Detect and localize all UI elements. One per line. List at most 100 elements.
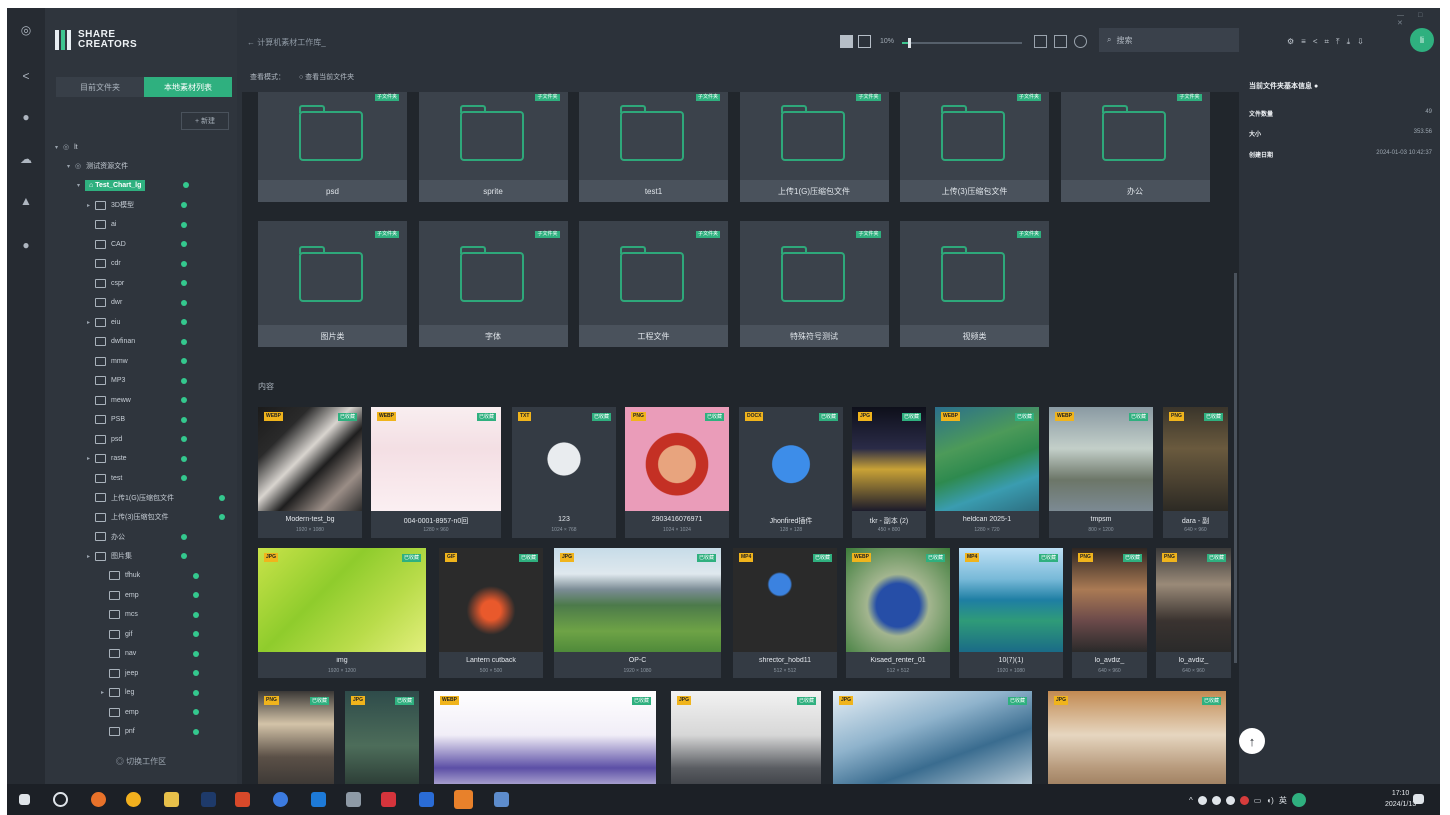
file-card[interactable]: GIF 已收藏 Lantern cutback 500 × 500 bbox=[439, 548, 543, 678]
tray-icon[interactable] bbox=[1211, 795, 1221, 805]
file-card[interactable]: WEBP 已收藏 heldcan 2025-1 1280 × 720 bbox=[935, 407, 1039, 538]
tree-item[interactable]: dwr bbox=[87, 294, 122, 312]
folder-card[interactable]: 子文件夹 上传1(G)压缩包文件 bbox=[739, 92, 889, 202]
volume-icon[interactable]: ◖) bbox=[1266, 796, 1274, 805]
file-card[interactable]: PNG 已收藏 lo_avdiz_ 640 × 960 bbox=[1072, 548, 1147, 678]
tree-item[interactable]: ▸ 3D模型 bbox=[87, 196, 134, 214]
tree-item[interactable]: MP3 bbox=[87, 372, 125, 390]
tray-icon[interactable] bbox=[1197, 795, 1207, 805]
file-card[interactable]: PNG 已收藏 dara - 副 640 × 960 bbox=[1163, 407, 1228, 538]
tree-item[interactable]: 上传(3)压缩包文件 bbox=[87, 508, 169, 526]
tree-item[interactable]: dwfinan bbox=[87, 333, 135, 351]
file-card[interactable]: JPG 已收藏 bbox=[671, 691, 821, 784]
switch-workspace[interactable]: ◎ 切换工作区 bbox=[45, 756, 237, 767]
tree-item[interactable]: 上传1(G)压缩包文件 bbox=[87, 489, 174, 507]
chevron-up-icon[interactable]: ^ bbox=[1189, 796, 1193, 805]
upload-icon[interactable]: ⤒ bbox=[1336, 37, 1340, 47]
tree-item[interactable]: tfhuk bbox=[101, 567, 140, 585]
view-mode-filter[interactable]: 查看模式： bbox=[250, 72, 285, 82]
firefox-icon[interactable] bbox=[91, 792, 106, 807]
tree-item[interactable]: ai bbox=[87, 216, 116, 234]
tree-item[interactable]: jeep bbox=[101, 664, 138, 682]
file-card[interactable]: PNG 已收藏 2903416076971 1024 × 1024 bbox=[625, 407, 729, 538]
tree-item[interactable]: mcs bbox=[101, 606, 138, 624]
search-icon[interactable] bbox=[53, 792, 68, 807]
folder-card[interactable]: 子文件夹 psd bbox=[258, 92, 407, 202]
tree-root[interactable]: ▾ ◎ lt bbox=[55, 138, 78, 156]
chrome-icon[interactable] bbox=[126, 792, 141, 807]
user-icon[interactable]: ● bbox=[18, 237, 34, 253]
zoom-slider[interactable] bbox=[902, 38, 1022, 48]
file-card[interactable]: JPG 已收藏 bbox=[1048, 691, 1226, 784]
photoshop-icon[interactable] bbox=[201, 792, 216, 807]
tray-icon[interactable] bbox=[1225, 795, 1235, 805]
tray-icon[interactable] bbox=[1239, 795, 1249, 805]
folder-card[interactable]: 子文件夹 视频类 bbox=[900, 221, 1049, 347]
file-card[interactable]: WEBP 已收藏 tmpsm 800 × 1200 bbox=[1049, 407, 1153, 538]
tree-item[interactable]: emp bbox=[101, 703, 139, 721]
file-card[interactable]: WEBP 已收藏 Kisaed_renter_01 512 × 512 bbox=[846, 548, 950, 678]
active-app-icon[interactable] bbox=[454, 790, 473, 809]
home-icon[interactable]: ◎ bbox=[18, 22, 34, 38]
breadcrumb[interactable]: ← 计算机素材工作库_ bbox=[247, 37, 326, 48]
file-card[interactable]: TXT 已收藏 123 1024 × 768 bbox=[512, 407, 616, 538]
tree-item[interactable]: ▸ raste bbox=[87, 450, 127, 468]
file-card[interactable]: JPG 已收藏 tkr - 副本 (2) 450 × 800 bbox=[852, 407, 926, 538]
file-card[interactable]: WEBP 已收藏 004-0001-8957-n0回 1280 × 960 bbox=[371, 407, 501, 538]
sort-icon[interactable]: ≡ bbox=[1301, 37, 1306, 47]
folder-card[interactable]: 子文件夹 工程文件 bbox=[579, 221, 728, 347]
library-icon[interactable]: ● bbox=[18, 109, 34, 125]
notes-icon[interactable] bbox=[494, 792, 509, 807]
file-card[interactable]: WEBP 已收藏 bbox=[434, 691, 656, 784]
folder-card[interactable]: 子文件夹 sprite bbox=[418, 92, 568, 202]
tree-item[interactable]: pnf bbox=[101, 723, 135, 741]
browser-icon[interactable] bbox=[273, 792, 288, 807]
share-icon[interactable]: < bbox=[18, 68, 34, 84]
folder-card[interactable]: 子文件夹 办公 bbox=[1060, 92, 1210, 202]
file-explorer-icon[interactable] bbox=[164, 792, 179, 807]
tree-item[interactable]: nav bbox=[101, 645, 136, 663]
search-input[interactable]: 搜索 bbox=[1116, 35, 1132, 46]
tree-item[interactable]: 办公 bbox=[87, 528, 125, 546]
cloud-icon[interactable]: ☁ bbox=[18, 151, 34, 167]
scrollbar[interactable] bbox=[1234, 273, 1237, 663]
tab-local-library[interactable]: 本地素材列表 bbox=[144, 77, 232, 97]
folder-card[interactable]: 子文件夹 字体 bbox=[418, 221, 568, 347]
folder-card[interactable]: 子文件夹 特殊符号测试 bbox=[739, 221, 889, 347]
tree-item[interactable]: meww bbox=[87, 391, 131, 409]
file-card[interactable]: PNG 已收藏 bbox=[258, 691, 334, 784]
back-to-top-button[interactable]: ↑ bbox=[1239, 728, 1265, 754]
avatar[interactable]: li bbox=[1410, 28, 1434, 52]
notification-icon[interactable] bbox=[1413, 794, 1424, 804]
tree-item[interactable]: mmw bbox=[87, 352, 128, 370]
network-icon[interactable]: ▭ bbox=[1254, 796, 1262, 805]
search-box[interactable]: ⌕ 搜索 bbox=[1099, 28, 1239, 52]
clock[interactable]: 17:10 2024/1/13 bbox=[1385, 788, 1416, 810]
file-card[interactable]: MP4 已收藏 10(7)(1) 1920 × 1080 bbox=[959, 548, 1063, 678]
tree-item-selected[interactable]: ▾ ⌂ Test_Chart_lg bbox=[77, 176, 146, 194]
folder-card[interactable]: 子文件夹 图片类 bbox=[258, 221, 407, 347]
import-icon[interactable]: ⇩ bbox=[1357, 37, 1364, 47]
tree-item[interactable]: test bbox=[87, 469, 122, 487]
folder-card[interactable]: 子文件夹 上传(3)压缩包文件 bbox=[900, 92, 1049, 202]
new-button[interactable]: + 新建 bbox=[181, 112, 229, 130]
current-folder-filter[interactable]: ○ 查看当前文件夹 bbox=[299, 72, 354, 82]
filter-icon[interactable]: ⚙ bbox=[1287, 37, 1294, 47]
zoom-knob[interactable] bbox=[908, 38, 911, 48]
download-icon[interactable]: ⤓ bbox=[1347, 37, 1351, 47]
app-icon-gray[interactable] bbox=[346, 792, 361, 807]
tree-item[interactable]: emp bbox=[101, 586, 139, 604]
folder-icon[interactable]: ▲ bbox=[18, 193, 34, 209]
tree-parent[interactable]: ▾ ◎ 测试资源文件 bbox=[67, 157, 128, 175]
tree-item[interactable]: CAD bbox=[87, 235, 126, 253]
list-view-icon[interactable] bbox=[858, 35, 871, 48]
tree-item[interactable]: ▸ leg bbox=[101, 684, 134, 702]
tree-item[interactable]: ▸ eiu bbox=[87, 313, 120, 331]
file-card[interactable]: MP4 已收藏 shrector_hobd11 512 × 512 bbox=[733, 548, 837, 678]
file-card[interactable]: JPG 已收藏 OP-C 1920 × 1080 bbox=[554, 548, 721, 678]
tray-app-icon[interactable] bbox=[1291, 793, 1306, 807]
tree-item[interactable]: ▸ 图片集 bbox=[87, 547, 132, 565]
app-icon-red[interactable] bbox=[235, 792, 250, 807]
tree-item[interactable]: cdr bbox=[87, 255, 121, 273]
save-icon[interactable] bbox=[840, 35, 853, 48]
